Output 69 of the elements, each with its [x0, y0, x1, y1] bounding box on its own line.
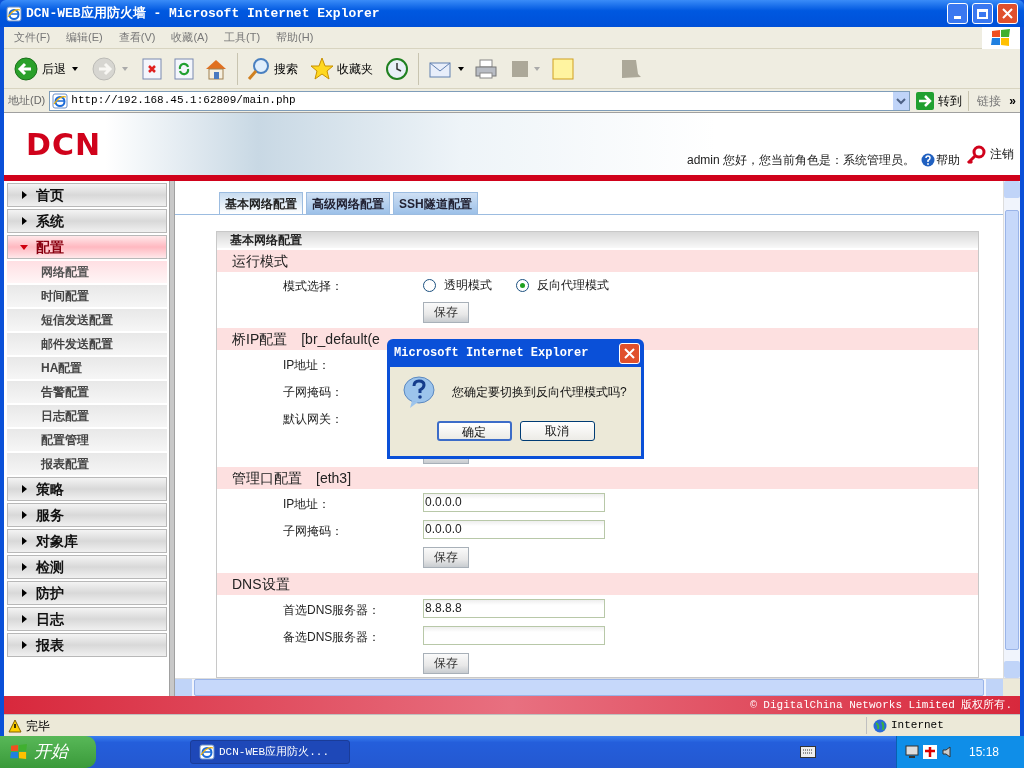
sidebar-subitem[interactable]: 时间配置 [7, 285, 167, 307]
section-heading: 运行模式 [217, 250, 978, 272]
go-button[interactable]: 转到 [914, 91, 965, 110]
address-label: 地址(D) [8, 93, 46, 109]
sidebar-item[interactable]: 日志 [7, 607, 167, 631]
taskbar-task[interactable]: DCN-WEB应用防火... [190, 740, 350, 764]
sidebar-subitem[interactable]: 日志配置 [7, 405, 167, 427]
dialog-button[interactable]: 取消 [519, 421, 595, 441]
radio-label: 反向代理模式 [537, 277, 609, 294]
logout-link[interactable]: 注销 [966, 145, 1014, 165]
links-label[interactable]: 链接 [973, 91, 1006, 110]
save-button[interactable]: 保存 [423, 301, 469, 323]
logo: DCN [26, 125, 102, 164]
sidebar-subitem[interactable]: 配置管理 [7, 429, 167, 451]
sidebar-item[interactable]: 报表 [7, 633, 167, 657]
field-label: 备选DNS服务器： [283, 629, 381, 644]
menu-item[interactable]: 工具(T) [224, 29, 261, 46]
dialog-button[interactable]: 确定 [436, 421, 512, 441]
field-label: 首选DNS服务器： [283, 602, 381, 617]
field-label: 子网掩码： [283, 523, 343, 538]
text-field[interactable]: 0.0.0.0 [423, 493, 605, 512]
sidebar-item[interactable]: 首页 [7, 183, 167, 207]
sidebar-item[interactable]: 系统 [7, 209, 167, 233]
save-button[interactable]: 保存 [423, 652, 469, 674]
tab[interactable]: SSH隧道配置 [393, 192, 478, 214]
sidebar-subitem[interactable]: 邮件发送配置 [7, 333, 167, 355]
help-link[interactable]: 帮助 [921, 151, 960, 169]
user-greeting: admin 您好，您当前角色是：系统管理员。 [686, 152, 915, 169]
sidebar-item[interactable]: 配置 [7, 235, 167, 259]
more-chevron[interactable]: » [1009, 91, 1020, 110]
section-heading: 管理口配置 [eth3] [217, 467, 978, 489]
field-label: IP地址： [283, 357, 331, 372]
menu-item[interactable]: 编辑(E) [66, 29, 103, 46]
text-field[interactable]: 0.0.0.0 [423, 520, 605, 539]
address-field[interactable]: http://192.168.45.1:62809/main.php [49, 90, 911, 111]
zone-text: Internet [891, 718, 944, 734]
field-label: 子网掩码： [283, 384, 343, 399]
tab[interactable]: 高级网络配置 [306, 192, 390, 214]
sidebar-subitem[interactable]: 网络配置 [7, 261, 167, 283]
menu-item[interactable]: 查看(V) [118, 29, 156, 46]
clock: 15:18 [969, 744, 1000, 761]
sidebar-item[interactable]: 检测 [7, 555, 167, 579]
field-label: 默认网关： [283, 411, 343, 426]
sidebar-item[interactable]: 对象库 [7, 529, 167, 553]
back-button[interactable]: 后退 [14, 56, 66, 81]
sidebar-item[interactable]: 防护 [7, 581, 167, 605]
sidebar-subitem[interactable]: HA配置 [7, 357, 167, 379]
sidebar-item[interactable]: 策略 [7, 477, 167, 501]
sidebar-subitem[interactable]: 短信发送配置 [7, 309, 167, 331]
panel-title: 基本网络配置 [217, 232, 978, 248]
menu-item[interactable]: 帮助(H) [276, 29, 314, 46]
menu-item[interactable]: 文件(F) [14, 29, 51, 46]
favorites-button[interactable]: 收藏夹 [310, 56, 373, 81]
dialog-message: 您确定要切换到反向代理模式吗? [452, 384, 627, 401]
sidebar-subitem[interactable]: 报表配置 [7, 453, 167, 475]
save-button[interactable]: 保存 [423, 546, 469, 568]
radio-label: 透明模式 [444, 277, 492, 294]
menu-item[interactable]: 收藏(A) [171, 29, 209, 46]
search-button[interactable]: 搜索 [247, 56, 298, 81]
section-heading: DNS设置 [217, 573, 978, 595]
window-title: DCN-WEB应用防火墙 - Microsoft Internet Explorer [26, 4, 380, 23]
field-label: 模式选择： [283, 279, 343, 293]
tab[interactable]: 基本网络配置 [219, 192, 303, 214]
sidebar-subitem[interactable]: 告警配置 [7, 381, 167, 403]
field-label: IP地址： [283, 496, 331, 511]
sidebar-item[interactable]: 服务 [7, 503, 167, 527]
status-text: 完毕 [26, 717, 51, 735]
text-field[interactable]: 8.8.8.8 [423, 599, 605, 618]
copyright-text: © DigitalChina Networks Limited 版权所有. [750, 697, 1012, 713]
